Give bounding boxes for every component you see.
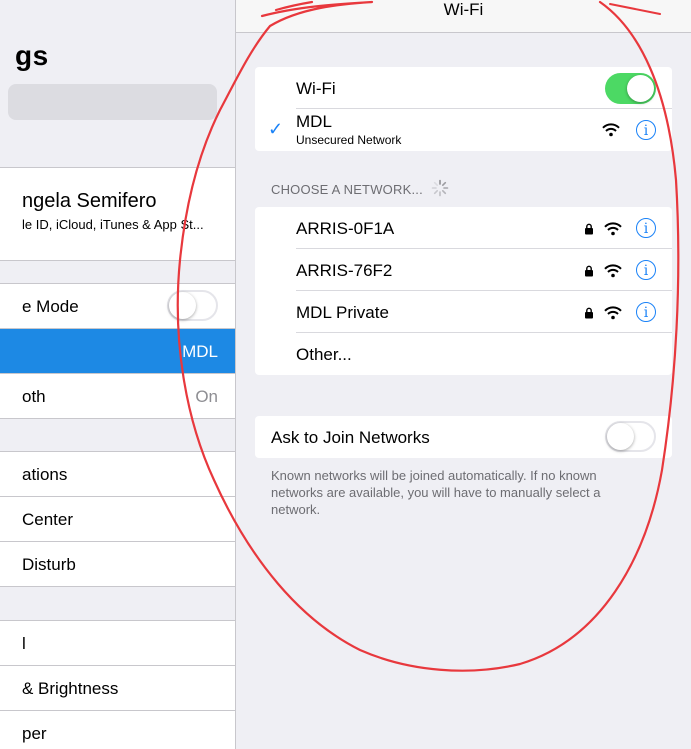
lock-icon — [585, 307, 593, 319]
network-row[interactable]: ARRIS-0F1A i — [255, 207, 672, 249]
navigation-bar: Wi-Fi — [236, 0, 691, 33]
info-icon[interactable]: i — [636, 260, 656, 280]
row-label: ations — [22, 465, 68, 484]
ask-to-join-card: Ask to Join Networks — [255, 416, 672, 458]
spinner-icon — [431, 179, 449, 197]
notifications-row[interactable]: ations — [0, 452, 235, 497]
checkmark-icon: ✓ — [268, 119, 284, 139]
ask-to-join-toggle[interactable] — [605, 421, 656, 452]
row-label: Disturb — [22, 555, 76, 574]
wifi-icon — [604, 222, 622, 236]
lock-icon — [585, 265, 593, 277]
network-name: MDL Private — [296, 303, 389, 322]
settings-master-pane: gs ngela Semifero le ID, iCloud, iTunes … — [0, 0, 236, 749]
info-icon[interactable]: i — [636, 120, 656, 140]
general-row[interactable]: l — [0, 621, 235, 666]
control-center-row[interactable]: Center — [0, 497, 235, 542]
row-label: oth — [22, 387, 46, 406]
display-group: l & Brightness per — [0, 620, 235, 749]
ask-to-join-row: Ask to Join Networks — [255, 416, 672, 458]
airplane-mode-toggle[interactable] — [167, 290, 218, 321]
wifi-value: MDL — [182, 342, 218, 361]
apple-id-row[interactable]: ngela Semifero le ID, iCloud, iTunes & A… — [0, 168, 235, 260]
wifi-detail-pane: Wi-Fi Wi-Fi ✓ MDL Unsecured Network i CH… — [236, 0, 691, 749]
do-not-disturb-row[interactable]: Disturb — [0, 542, 235, 586]
search-field[interactable] — [8, 84, 217, 120]
other-network-row[interactable]: Other... — [255, 333, 672, 375]
network-list-card: ARRIS-0F1A i ARRIS-76F2 i MDL Private i … — [255, 207, 672, 375]
toggle-knob — [607, 423, 634, 450]
toggle-knob — [169, 292, 196, 319]
bluetooth-row[interactable]: oth On — [0, 374, 235, 418]
row-label: per — [22, 724, 47, 743]
wifi-icon — [604, 264, 622, 278]
network-status: Unsecured Network — [296, 133, 402, 147]
wifi-card: Wi-Fi ✓ MDL Unsecured Network i — [255, 67, 672, 151]
page-title: gs — [15, 40, 49, 71]
profile-group: ngela Semifero le ID, iCloud, iTunes & A… — [0, 167, 235, 261]
wallpaper-row[interactable]: per — [0, 711, 235, 749]
display-brightness-row[interactable]: & Brightness — [0, 666, 235, 711]
wifi-toggle-row: Wi-Fi — [255, 67, 672, 109]
other-label: Other... — [296, 345, 352, 364]
toggle-knob — [627, 75, 654, 102]
wifi-label: Wi-Fi — [296, 79, 336, 98]
wifi-toggle[interactable] — [605, 73, 656, 104]
wifi-icon — [604, 306, 622, 320]
lock-icon — [585, 223, 593, 235]
wifi-row[interactable]: MDL — [0, 329, 235, 374]
choose-network-header: CHOOSE A NETWORK... — [271, 182, 423, 197]
ask-to-join-footnote: Known networks will be joined automatica… — [271, 468, 601, 517]
network-row[interactable]: MDL Private i — [255, 291, 672, 333]
network-name: ARRIS-76F2 — [296, 261, 393, 280]
row-label: l — [22, 634, 26, 653]
connectivity-group: e Mode MDL oth On — [0, 283, 235, 419]
network-name: ARRIS-0F1A — [296, 219, 395, 238]
ask-to-join-label: Ask to Join Networks — [271, 428, 430, 447]
notifications-group: ations Center Disturb — [0, 451, 235, 587]
row-label: Center — [22, 510, 74, 529]
row-label: & Brightness — [22, 679, 119, 698]
info-icon[interactable]: i — [636, 302, 656, 322]
row-label: e Mode — [22, 297, 79, 316]
current-network-row[interactable]: ✓ MDL Unsecured Network i — [255, 109, 672, 151]
info-icon[interactable]: i — [636, 218, 656, 238]
bluetooth-value: On — [195, 387, 218, 406]
wifi-icon — [602, 123, 620, 137]
network-row[interactable]: ARRIS-76F2 i — [255, 249, 672, 291]
nav-title: Wi-Fi — [443, 0, 484, 19]
network-name: MDL — [296, 112, 332, 131]
profile-subtitle: le ID, iCloud, iTunes & App St... — [22, 217, 204, 232]
profile-name: ngela Semifero — [22, 190, 157, 212]
airplane-mode-row[interactable]: e Mode — [0, 284, 235, 329]
